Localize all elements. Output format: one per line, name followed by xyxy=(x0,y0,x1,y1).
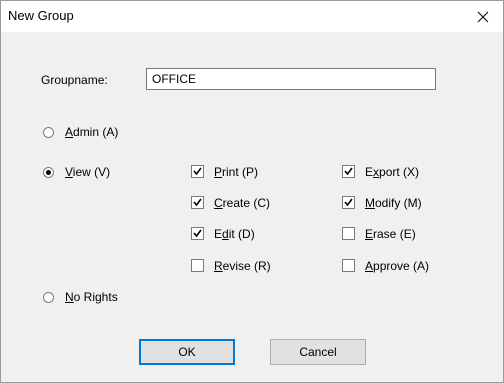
checkbox-revise[interactable] xyxy=(191,259,204,272)
ok-button[interactable]: OK xyxy=(139,339,235,365)
radio-admin[interactable] xyxy=(43,127,54,138)
close-icon xyxy=(477,11,489,22)
checkbox-approve-label[interactable]: Approve (A) xyxy=(365,259,429,273)
checkmark-icon xyxy=(193,167,202,176)
groupname-input[interactable]: OFFICE xyxy=(146,68,436,90)
checkbox-modify[interactable] xyxy=(342,196,355,209)
checkbox-modify-label[interactable]: Modify (M) xyxy=(365,196,422,210)
checkbox-edit[interactable] xyxy=(191,227,204,240)
checkbox-export-label[interactable]: Export (X) xyxy=(365,165,419,179)
radio-no-rights-label[interactable]: No Rights xyxy=(65,290,118,304)
checkbox-erase[interactable] xyxy=(342,227,355,240)
groupname-label: Groupname: xyxy=(41,73,108,87)
checkbox-edit-label[interactable]: Edit (D) xyxy=(214,227,255,241)
checkbox-revise-label[interactable]: Revise (R) xyxy=(214,259,271,273)
checkbox-print[interactable] xyxy=(191,165,204,178)
radio-no-rights[interactable] xyxy=(43,292,54,303)
checkbox-create-label[interactable]: Create (C) xyxy=(214,196,270,210)
groupname-value: OFFICE xyxy=(152,72,196,86)
cancel-button[interactable]: Cancel xyxy=(270,339,366,365)
checkmark-icon xyxy=(193,229,202,238)
radio-admin-label[interactable]: Admin (A) xyxy=(65,125,118,139)
checkmark-icon xyxy=(344,198,353,207)
radio-view-label[interactable]: View (V) xyxy=(65,165,110,179)
title-bar: New Group xyxy=(1,1,503,32)
checkbox-print-label[interactable]: Print (P) xyxy=(214,165,258,179)
radio-view[interactable] xyxy=(43,167,54,178)
close-button[interactable] xyxy=(463,1,503,32)
checkbox-approve[interactable] xyxy=(342,259,355,272)
checkbox-export[interactable] xyxy=(342,165,355,178)
checkmark-icon xyxy=(193,198,202,207)
dialog-title: New Group xyxy=(8,8,74,23)
radio-view-dot xyxy=(46,170,51,175)
checkbox-erase-label[interactable]: Erase (E) xyxy=(365,227,416,241)
checkmark-icon xyxy=(344,167,353,176)
new-group-dialog: New Group Groupname: OFFICE Admin (A) Vi… xyxy=(0,0,504,383)
checkbox-create[interactable] xyxy=(191,196,204,209)
